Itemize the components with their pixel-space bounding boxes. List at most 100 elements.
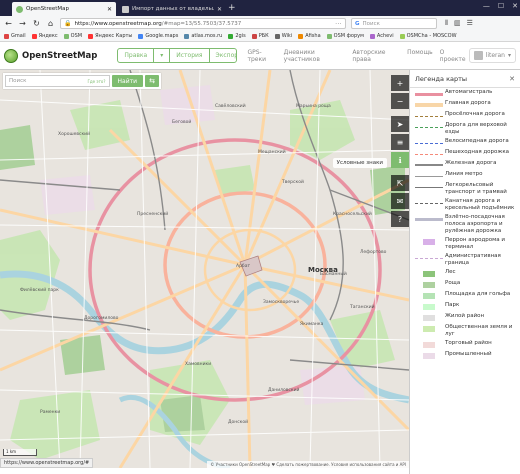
- page-actions-icon[interactable]: ···: [335, 21, 342, 27]
- legend-swatch: [413, 352, 445, 360]
- osm-header: OpenStreetMap Правка ▾ История Экспорт G…: [0, 42, 520, 70]
- toolbar-icons: ⫴ ▥ ☰: [445, 19, 473, 28]
- locate-icon[interactable]: ➤: [391, 116, 409, 132]
- forward-icon[interactable]: →: [18, 19, 27, 29]
- bookmark-favicon-icon: [251, 33, 257, 39]
- bookmark-item[interactable]: Яндекс: [31, 33, 58, 39]
- note-icon[interactable]: ✉: [391, 193, 409, 209]
- legend-label: Роща: [445, 280, 461, 286]
- nav-link-diaries[interactable]: Дневники участников: [284, 49, 346, 63]
- legend-label: Автомагистраль: [445, 89, 493, 95]
- attribution[interactable]: © Участники OpenStreetMap ♥ Сделать поже…: [207, 461, 409, 468]
- bookmark-item[interactable]: Google.maps: [138, 33, 178, 39]
- legend-item: Лес: [410, 268, 520, 279]
- bookmark-item[interactable]: OSM форум: [326, 33, 364, 39]
- legend-label: Торговый район: [445, 340, 492, 346]
- legend-swatch: [413, 172, 445, 180]
- url-bar[interactable]: 🔒 https://www.openstreetmap.org /#map=13…: [60, 18, 346, 29]
- legend-label: Парк: [445, 302, 460, 308]
- legend-label: Пешеходная дорожка: [445, 149, 510, 155]
- close-icon[interactable]: ✕: [509, 75, 515, 83]
- legend-item: Пешеходная дорожка: [410, 148, 520, 159]
- tab-title: Импорт данных от владельцев ка...: [132, 6, 214, 12]
- browser-search-input[interactable]: G Поиск: [351, 18, 437, 29]
- legend-swatch: [413, 341, 445, 349]
- legend-swatch: [413, 161, 445, 169]
- legend-swatch: [413, 238, 445, 246]
- nav-link-traces[interactable]: GPS-треки: [247, 49, 276, 63]
- bookmark-item[interactable]: OSMCha - MOSCOW: [399, 33, 457, 39]
- nav-link-about[interactable]: О проекте: [440, 49, 469, 63]
- edit-dropdown-button[interactable]: ▾: [154, 49, 171, 62]
- sidebar-icon[interactable]: ▥: [454, 19, 461, 28]
- reload-icon[interactable]: ↻: [32, 19, 41, 29]
- legend-label: Линия метро: [445, 171, 483, 177]
- google-icon: G: [355, 20, 360, 27]
- bookmark-favicon-icon: [274, 33, 280, 39]
- tab-openstreetmap[interactable]: OpenStreetMap ✕: [12, 2, 116, 16]
- back-icon[interactable]: ←: [4, 19, 13, 29]
- zoom-in-icon[interactable]: +: [391, 75, 409, 91]
- legend-swatch: [413, 139, 445, 147]
- legend-label: Лес: [445, 269, 456, 275]
- district-label: Даниловский: [268, 388, 300, 393]
- layers-icon[interactable]: ≡: [391, 134, 409, 150]
- new-tab-button[interactable]: +: [228, 2, 236, 14]
- bookmark-item[interactable]: РБК: [251, 33, 269, 39]
- legend-icon[interactable]: ℹ: [391, 152, 409, 168]
- home-icon[interactable]: ⌂: [46, 19, 55, 29]
- legend-swatch: [413, 112, 445, 120]
- nav-link-copyright[interactable]: Авторские права: [352, 49, 400, 63]
- search-placeholder: Поиск: [9, 78, 27, 84]
- share-icon[interactable]: ⇱: [391, 175, 409, 191]
- zoom-out-icon[interactable]: −: [391, 93, 409, 109]
- minimize-icon[interactable]: —: [483, 2, 490, 10]
- chevron-down-icon: ▾: [507, 52, 511, 59]
- query-icon[interactable]: ?: [391, 211, 409, 227]
- menu-icon[interactable]: ☰: [467, 19, 473, 28]
- bookmark-item[interactable]: 2gis: [228, 33, 246, 39]
- legend-item: Административная граница: [410, 252, 520, 268]
- close-icon[interactable]: ✕: [217, 6, 222, 13]
- history-button[interactable]: История: [170, 49, 210, 62]
- bookmark-item[interactable]: atlas.mos.ru: [184, 33, 222, 39]
- legend-item: Взлётно-посадочная полоса аэропорта и ру…: [410, 213, 520, 236]
- where-is-this-link[interactable]: Где это?: [87, 79, 105, 84]
- user-menu[interactable]: literan ▾: [468, 48, 516, 63]
- legend-panel: Легенда карты ✕ Автомагистраль Главная до…: [409, 70, 520, 474]
- search-go-button[interactable]: Найти: [111, 75, 143, 87]
- bookmark-favicon-icon: [399, 33, 405, 39]
- legend-item: Железная дорога: [410, 159, 520, 170]
- bookmark-item[interactable]: Gmail: [4, 33, 26, 39]
- bookmark-item[interactable]: OSM: [63, 33, 82, 39]
- directions-icon[interactable]: ⇆: [145, 75, 159, 87]
- tab-import[interactable]: Импорт данных от владельцев ка... ✕: [118, 2, 226, 16]
- close-icon[interactable]: ✕: [107, 6, 112, 13]
- bookmark-favicon-icon: [4, 33, 9, 39]
- map-view[interactable]: Хорошевский Беговой Савёловский Марьина …: [0, 70, 409, 468]
- nav-link-help[interactable]: Помощь: [407, 49, 433, 63]
- bookmark-favicon-icon: [184, 33, 190, 39]
- bookmark-item[interactable]: Achevi: [369, 33, 394, 39]
- edit-button[interactable]: Правка: [118, 49, 155, 62]
- url-path: /#map=13/55.7503/37.5737: [161, 20, 242, 27]
- legend-label: Легкорельсовый транспорт и трамвай: [445, 182, 507, 195]
- osm-logo[interactable]: OpenStreetMap: [4, 48, 97, 63]
- legend-swatch: [413, 270, 445, 278]
- legend-swatch: [413, 292, 445, 300]
- osm-logo-icon: [4, 48, 18, 63]
- district-label: Тверской: [282, 180, 304, 185]
- window-close-icon[interactable]: ✕: [512, 2, 518, 10]
- search-input[interactable]: Поиск Где это?: [5, 75, 110, 87]
- bookmark-item[interactable]: Afisha: [298, 33, 321, 39]
- legend-title: Легенда карты: [415, 74, 468, 83]
- map-canvas[interactable]: [0, 70, 409, 468]
- bookmark-item[interactable]: Wiki: [274, 33, 292, 39]
- export-button[interactable]: Экспорт: [210, 49, 237, 62]
- district-label: Красносельский: [333, 212, 372, 217]
- legend-label: Промышленный: [445, 351, 492, 357]
- maximize-icon[interactable]: ☐: [498, 2, 504, 10]
- legend-item: Роща: [410, 279, 520, 290]
- bookmark-item[interactable]: Яндекс Карты: [88, 33, 132, 39]
- library-icon[interactable]: ⫴: [445, 19, 448, 28]
